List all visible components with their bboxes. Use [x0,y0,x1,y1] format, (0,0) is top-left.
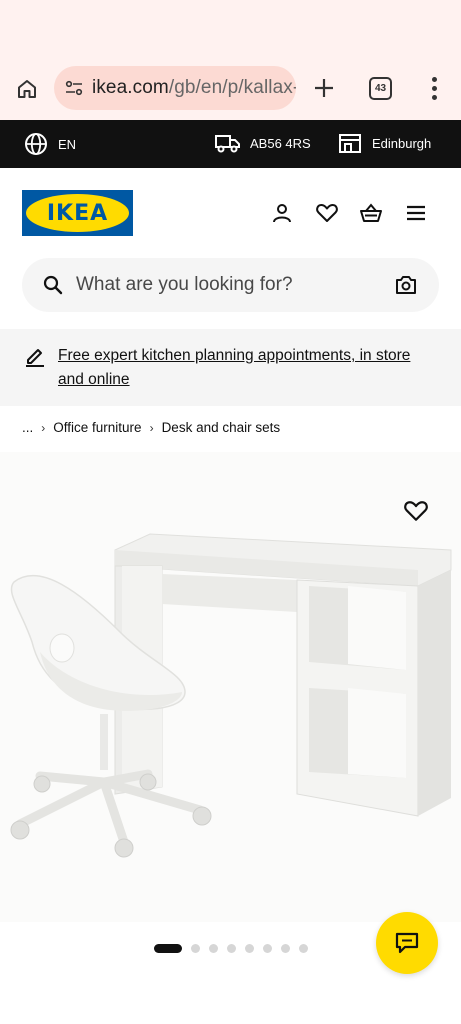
carousel-dot[interactable] [245,944,254,953]
carousel-dot[interactable] [263,944,272,953]
pencil-icon [26,349,44,367]
breadcrumb-item-desk-and-chair-sets[interactable]: Desk and chair sets [162,420,281,435]
product-image-carousel[interactable] [0,452,461,922]
store-icon [339,134,361,153]
carousel-dot[interactable] [281,944,290,953]
ikea-logo[interactable]: IKEA [22,190,133,236]
carousel-dot[interactable] [299,944,308,953]
logo-ellipse: IKEA [26,194,129,232]
store-selector[interactable]: Edinburgh [338,132,431,154]
logo-text: IKEA [46,200,109,226]
browser-menu-icon[interactable] [422,74,446,102]
product-image [10,533,452,858]
url-text: ikea.com/gb/en/p/kallax- [92,77,296,98]
camera-icon[interactable] [394,273,418,297]
chevron-right-icon: › [149,420,154,435]
truck-icon [215,135,240,153]
store-label: Edinburgh [372,135,432,151]
address-bar[interactable]: ikea.com/gb/en/p/kallax- [54,66,296,110]
chat-button[interactable] [376,912,438,974]
carousel-dot[interactable] [209,944,218,953]
hamburger-menu-icon[interactable] [404,201,428,225]
delivery-postcode[interactable]: AB56 4RS [214,132,311,154]
site-settings-icon[interactable] [64,78,84,98]
carousel-dot[interactable] [191,944,200,953]
chat-bubble-icon [395,932,419,954]
breadcrumb-item-office-furniture[interactable]: Office furniture [53,420,141,435]
search-input[interactable]: What are you looking for? [22,258,439,312]
breadcrumb-ellipsis[interactable]: ... [22,420,33,435]
save-to-favourites-icon[interactable] [402,497,430,525]
search-placeholder: What are you looking for? [76,274,293,295]
language-label: EN [58,136,77,152]
tab-switcher-button[interactable]: 43 [369,77,392,100]
language-selector[interactable]: EN [24,132,76,156]
postcode-label: AB56 4RS [250,135,311,151]
favourites-icon[interactable] [315,201,339,225]
breadcrumb: ... › Office furniture › Desk and chair … [22,420,280,435]
globe-icon [25,133,47,155]
home-icon[interactable] [14,76,40,102]
basket-icon[interactable] [359,201,383,225]
new-tab-icon[interactable] [310,74,338,102]
search-icon [43,275,63,295]
kitchen-planning-link[interactable]: Free expert kitchen planning appointment… [58,344,428,392]
utility-bar: EN AB56 4RS Edinburgh [0,120,461,168]
profile-icon[interactable] [270,201,294,225]
tab-count: 43 [374,83,387,94]
browser-toolbar: ikea.com/gb/en/p/kallax- 43 [0,0,461,120]
promo-banner: Free expert kitchen planning appointment… [0,329,461,406]
chevron-right-icon: › [41,420,46,435]
carousel-indicator [154,944,308,953]
carousel-dot[interactable] [227,944,236,953]
carousel-dot-active[interactable] [154,944,182,953]
